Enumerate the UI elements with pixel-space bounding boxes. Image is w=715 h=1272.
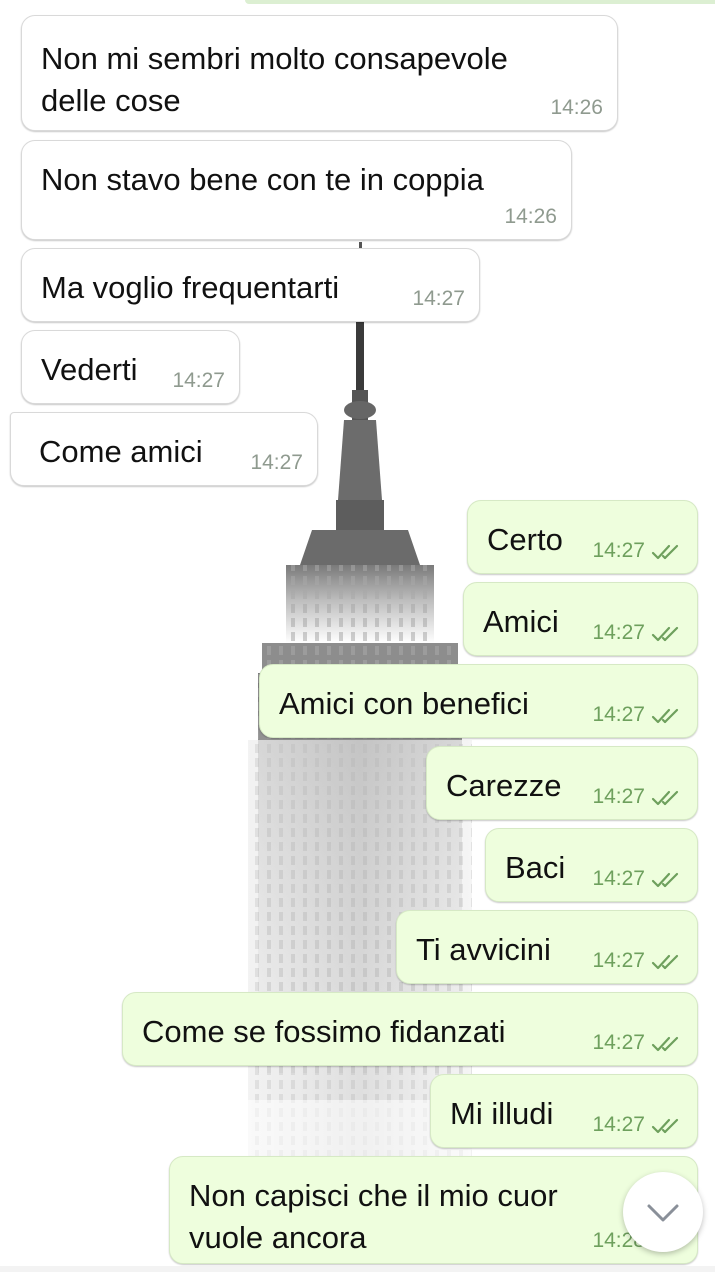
message-text: Ti avvicini [416,932,551,967]
message-time: 14:27 [592,1113,645,1136]
message-outgoing[interactable]: Come se fossimo fidanzati 14:27 [122,992,698,1066]
read-double-tick-icon [651,626,679,642]
bottom-divider [0,1266,715,1272]
message-time: 14:26 [550,96,603,119]
scroll-to-bottom-button[interactable] [623,1172,703,1252]
message-text: Non capisci che il mio cuor vuole ancora [189,1178,558,1255]
message-text: Come amici [39,434,203,469]
message-outgoing[interactable]: Ti avvicini 14:27 [396,910,698,984]
read-double-tick-icon [651,954,679,970]
read-double-tick-icon [651,1036,679,1052]
read-double-tick-icon [651,544,679,560]
message-text: Non mi sembri molto consapevole delle co… [41,41,508,118]
message-time: 14:27 [592,949,645,972]
message-text: Mi illudi [450,1096,554,1131]
message-outgoing[interactable]: Baci 14:27 [485,828,698,902]
message-time: 14:27 [592,539,645,562]
message-time: 14:27 [592,785,645,808]
message-outgoing[interactable]: Carezze 14:27 [426,746,698,820]
message-time: 14:26 [504,205,557,228]
message-text: Amici [483,604,559,639]
message-incoming[interactable]: Ma voglio frequentarti 14:27 [21,248,480,322]
message-text: Baci [505,850,566,885]
message-outgoing[interactable]: Mi illudi 14:27 [430,1074,698,1148]
message-outgoing[interactable]: Amici 14:27 [463,582,698,656]
previous-message-edge [245,0,715,4]
read-double-tick-icon [651,872,679,888]
message-time: 14:27 [412,287,465,310]
message-time: 14:27 [592,621,645,644]
message-outgoing[interactable]: Non capisci che il mio cuor vuole ancora… [169,1156,698,1264]
chevron-down-icon [647,1204,679,1222]
message-time: 14:27 [592,703,645,726]
message-outgoing[interactable]: Amici con benefici 14:27 [259,664,698,738]
message-time: 14:27 [592,1031,645,1054]
message-incoming[interactable]: Vederti 14:27 [21,330,240,404]
message-time: 14:27 [592,867,645,890]
message-time: 14:27 [172,369,225,392]
message-incoming[interactable]: Come amici 14:27 [10,412,318,486]
read-double-tick-icon [651,790,679,806]
read-double-tick-icon [651,708,679,724]
message-text: Carezze [446,768,562,803]
chat-view[interactable]: Non mi sembri molto consapevole delle co… [0,0,715,1272]
message-text: Amici con benefici [279,686,529,721]
message-time: 14:27 [250,451,303,474]
read-double-tick-icon [651,1118,679,1134]
message-incoming[interactable]: Non mi sembri molto consapevole delle co… [21,15,618,131]
message-text: Ma voglio frequentarti [41,270,340,305]
message-incoming[interactable]: Non stavo bene con te in coppia 14:26 [21,140,572,240]
message-outgoing[interactable]: Certo 14:27 [467,500,698,574]
message-text: Come se fossimo fidanzati [142,1014,506,1049]
message-text: Certo [487,522,563,557]
message-text: Vederti [41,352,138,387]
message-text: Non stavo bene con te in coppia [41,162,484,197]
